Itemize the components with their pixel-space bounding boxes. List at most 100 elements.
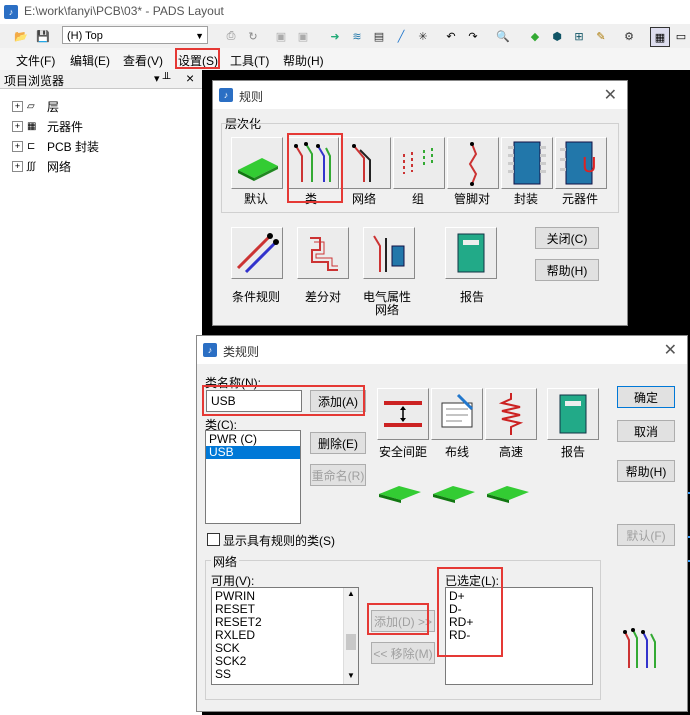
highlight-class-button [287, 133, 343, 203]
available-nets-list[interactable]: PWRIN RESET RESET2 RXLED SCK SCK2 SS ▲ ▼ [211, 587, 359, 685]
routing-rules-button[interactable] [431, 388, 483, 440]
highlight-add-net [367, 603, 429, 635]
move-icon[interactable]: ➜ [326, 27, 344, 45]
default-button[interactable]: 默认(F) [617, 524, 675, 546]
star-icon[interactable]: ✳ [414, 27, 432, 45]
class-nets-icon [623, 628, 656, 668]
expand-icon[interactable]: + [12, 160, 23, 172]
tag-icon[interactable]: ◆ [526, 27, 544, 45]
menu-help[interactable]: 帮助(H) [283, 52, 324, 69]
tree-item-label: 网络 [47, 159, 72, 174]
menu-file[interactable]: 文件(F) [16, 52, 55, 69]
net-group-label: 网络 [211, 553, 240, 570]
nets-icon: ∫∫∫ [27, 160, 36, 172]
clearance-rules-button[interactable] [377, 388, 429, 440]
expand-icon[interactable]: + [12, 100, 23, 112]
available-scrollbar[interactable]: ▲ ▼ [343, 588, 358, 684]
decal-chip-icon [508, 141, 546, 185]
print-icon[interactable]: ⎙ [222, 27, 240, 45]
route-icon[interactable]: ≋ [348, 27, 366, 45]
scroll-thumb[interactable] [346, 634, 356, 650]
display-icon[interactable]: ▭ [672, 27, 690, 45]
close-icon[interactable]: ✕ [604, 85, 617, 105]
component-icon[interactable]: ▤ [370, 27, 388, 45]
electrical-net-rules-button[interactable] [363, 227, 415, 279]
help-button[interactable]: 帮助(H) [535, 259, 599, 281]
report-book-icon [457, 233, 485, 273]
brush-icon[interactable]: ✎ [592, 27, 610, 45]
class-dialog-icon: ♪ [203, 343, 217, 357]
conditional-label: 条件规则 [231, 290, 280, 304]
decal-rules-button[interactable] [501, 137, 553, 189]
tree-item-nets[interactable]: + ∫∫∫ 网络 [12, 157, 71, 175]
window-title: E:\work\fanyi\PCB\03* - PADS Layout [24, 4, 224, 18]
refresh-icon[interactable]: ↻ [244, 27, 262, 45]
clearance-icon [384, 401, 422, 427]
search-icon[interactable]: 🔍 [494, 27, 512, 45]
chip-icon: ▦ [27, 120, 37, 132]
dimension-icon[interactable]: ⊞ [570, 27, 588, 45]
expand-icon[interactable]: + [12, 120, 23, 132]
scroll-down-icon[interactable]: ▼ [344, 670, 358, 682]
save-icon[interactable]: 💾 [34, 27, 52, 45]
options-icon[interactable]: ⚙ [620, 27, 638, 45]
pin-icon[interactable]: ▾ ╨ [154, 72, 170, 85]
menu-edit[interactable]: 编辑(E) [70, 52, 110, 69]
tree-item-decals[interactable]: + ⊏ PCB 封装 [12, 137, 99, 155]
conditional-rules-button[interactable] [231, 227, 283, 279]
high-speed-rules-button[interactable] [485, 388, 537, 440]
expand-icon[interactable]: + [12, 140, 23, 152]
open-folder-icon[interactable]: 📂 [12, 27, 30, 45]
class-dialog-title: 类规则 [223, 345, 260, 359]
net-rules-button[interactable] [339, 137, 391, 189]
class-list-item-selected[interactable]: USB [206, 446, 300, 459]
class-list[interactable]: PWR (C) USB [205, 430, 301, 524]
rules-dialog: ♪ 规则 ✕ 层次化 U 默认 类 网络 组 管脚对 封装 元器件 条件规则 差… [212, 80, 628, 326]
remove-net-button[interactable]: << 移除(M) [371, 642, 435, 664]
rename-class-button[interactable]: 重命名(R) [310, 464, 366, 486]
board-preview-icon [379, 486, 421, 503]
disabled-tool-icon[interactable]: ▣ [272, 27, 290, 45]
tree-item-components[interactable]: + ▦ 元器件 [12, 117, 83, 135]
available-net-item[interactable]: SS [212, 668, 358, 681]
tree-item-label: 元器件 [47, 119, 84, 134]
component-rules-button[interactable]: U [555, 137, 607, 189]
project-browser-title: 项目浏览器 [4, 74, 65, 88]
tree-item-layers[interactable]: + ▱ 层 [12, 97, 59, 115]
rules-dialog-title: 规则 [239, 90, 264, 104]
delete-class-button[interactable]: 删除(E) [310, 432, 366, 454]
line-icon[interactable]: ╱ [392, 27, 410, 45]
close-icon[interactable]: ✕ [664, 340, 677, 360]
close-icon[interactable]: × [186, 70, 194, 86]
menu-view[interactable]: 查看(V) [123, 52, 163, 69]
diff-pair-rules-button[interactable] [297, 227, 349, 279]
menu-tools[interactable]: 工具(T) [230, 52, 269, 69]
default-rules-button[interactable] [231, 137, 283, 189]
show-rules-checkbox-label: 显示具有规则的类(S) [223, 534, 335, 548]
close-button[interactable]: 关闭(C) [535, 227, 599, 249]
drc-icon[interactable]: ⬢ [548, 27, 566, 45]
redo-icon[interactable]: ↷ [464, 27, 482, 45]
conditional-icon [236, 233, 279, 274]
board-preview-icon [433, 486, 475, 503]
electrical-net-label: 电气属性网络 [362, 290, 411, 317]
available-net-item[interactable]: SCK2 [212, 655, 358, 668]
pin-pair-rules-button[interactable] [447, 137, 499, 189]
design-toolbar-icon[interactable]: ▦ [650, 27, 670, 47]
ok-button[interactable]: 确定 [617, 386, 675, 408]
group-icon [403, 148, 433, 174]
report-button[interactable] [445, 227, 497, 279]
group-rules-button[interactable] [393, 137, 445, 189]
class-rules-dialog: ♪ 类规则 ✕ 类名称(N): USB 添加(A) 类(C): PWR (C) … [196, 335, 688, 712]
help-button[interactable]: 帮助(H) [617, 460, 675, 482]
toolbar: 📂 💾 (H) Top ▼ ⎙ ↻ ▣ ▣ ➜ ≋ ▤ ╱ ✳ ↶ ↷ 🔍 ◆ … [0, 24, 690, 49]
show-rules-checkbox[interactable] [207, 533, 220, 546]
layer-select[interactable]: (H) Top ▼ [62, 26, 208, 44]
class-report-label: 报告 [560, 445, 585, 459]
disabled-tool2-icon[interactable]: ▣ [294, 27, 312, 45]
cancel-button[interactable]: 取消 [617, 420, 675, 442]
undo-icon[interactable]: ↶ [442, 27, 460, 45]
class-report-button[interactable] [547, 388, 599, 440]
project-browser: 项目浏览器 ▾ ╨ × + ▱ 层 + ▦ 元器件 + ⊏ PCB 封装 + ∫… [0, 70, 203, 715]
scroll-up-icon[interactable]: ▲ [344, 588, 358, 600]
